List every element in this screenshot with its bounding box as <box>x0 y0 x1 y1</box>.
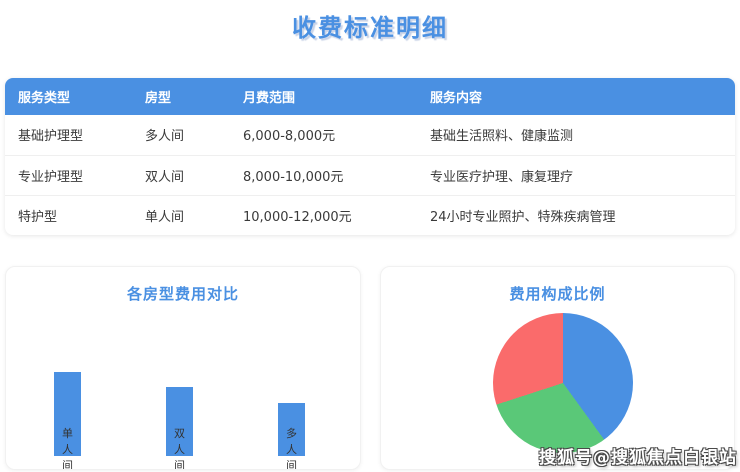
bar-label-char: 间 <box>54 458 81 470</box>
table-row: 专业护理型双人间8,000-10,000元专业医疗护理、康复理疗 <box>5 155 735 195</box>
bar-label-char: 人 <box>166 442 193 458</box>
bar-chart-card: 各房型费用对比 单人间双人间多人间 <box>5 266 361 470</box>
bar-label-char: 单 <box>54 426 81 442</box>
table-cell: 特护型 <box>5 195 145 235</box>
table-cell: 基础生活照料、健康监测 <box>430 115 735 155</box>
fee-table: 服务类型 房型 月费范围 服务内容 基础护理型多人间6,000-8,000元基础… <box>5 78 735 235</box>
pie-chart-card: 费用构成比例 <box>380 266 735 470</box>
fee-table-header: 服务类型 房型 月费范围 服务内容 <box>5 78 735 115</box>
header-service-type: 服务类型 <box>5 78 145 115</box>
table-cell: 6,000-8,000元 <box>243 115 430 155</box>
pie-chart-title: 费用构成比例 <box>381 283 734 304</box>
pie-chart <box>493 313 633 453</box>
table-row: 特护型单人间10,000-12,000元24小时专业照护、特殊疾病管理 <box>5 195 735 235</box>
table-row: 基础护理型多人间6,000-8,000元基础生活照料、健康监测 <box>5 115 735 155</box>
table-cell: 基础护理型 <box>5 115 145 155</box>
table-cell: 专业护理型 <box>5 155 145 195</box>
bar-label-char: 双 <box>166 426 193 442</box>
bar-label: 双人间 <box>166 426 193 470</box>
header-service-content: 服务内容 <box>430 78 735 115</box>
header-room-type: 房型 <box>145 78 243 115</box>
page-title: 收费标准明细 <box>0 8 740 43</box>
table-cell: 双人间 <box>145 155 243 195</box>
bar-label: 多人间 <box>278 426 305 470</box>
header-fee-range: 月费范围 <box>243 78 430 115</box>
bar-label-char: 间 <box>278 458 305 470</box>
table-cell: 单人间 <box>145 195 243 235</box>
table-cell: 10,000-12,000元 <box>243 195 430 235</box>
table-cell: 专业医疗护理、康复理疗 <box>430 155 735 195</box>
bar-label-char: 多 <box>278 426 305 442</box>
bar-chart: 单人间双人间多人间 <box>6 267 360 469</box>
bar-label: 单人间 <box>54 426 81 470</box>
fee-table-body: 基础护理型多人间6,000-8,000元基础生活照料、健康监测专业护理型双人间8… <box>5 115 735 235</box>
watermark: 搜狐号@搜狐焦点白银站 <box>539 443 737 468</box>
table-cell: 多人间 <box>145 115 243 155</box>
table-cell: 8,000-10,000元 <box>243 155 430 195</box>
fee-table-container: 服务类型 房型 月费范围 服务内容 基础护理型多人间6,000-8,000元基础… <box>5 78 735 235</box>
bar-label-char: 人 <box>278 442 305 458</box>
bar-label-char: 人 <box>54 442 81 458</box>
bar-label-char: 间 <box>166 458 193 470</box>
table-cell: 24小时专业照护、特殊疾病管理 <box>430 195 735 235</box>
fee-table-header-row: 服务类型 房型 月费范围 服务内容 <box>5 78 735 115</box>
